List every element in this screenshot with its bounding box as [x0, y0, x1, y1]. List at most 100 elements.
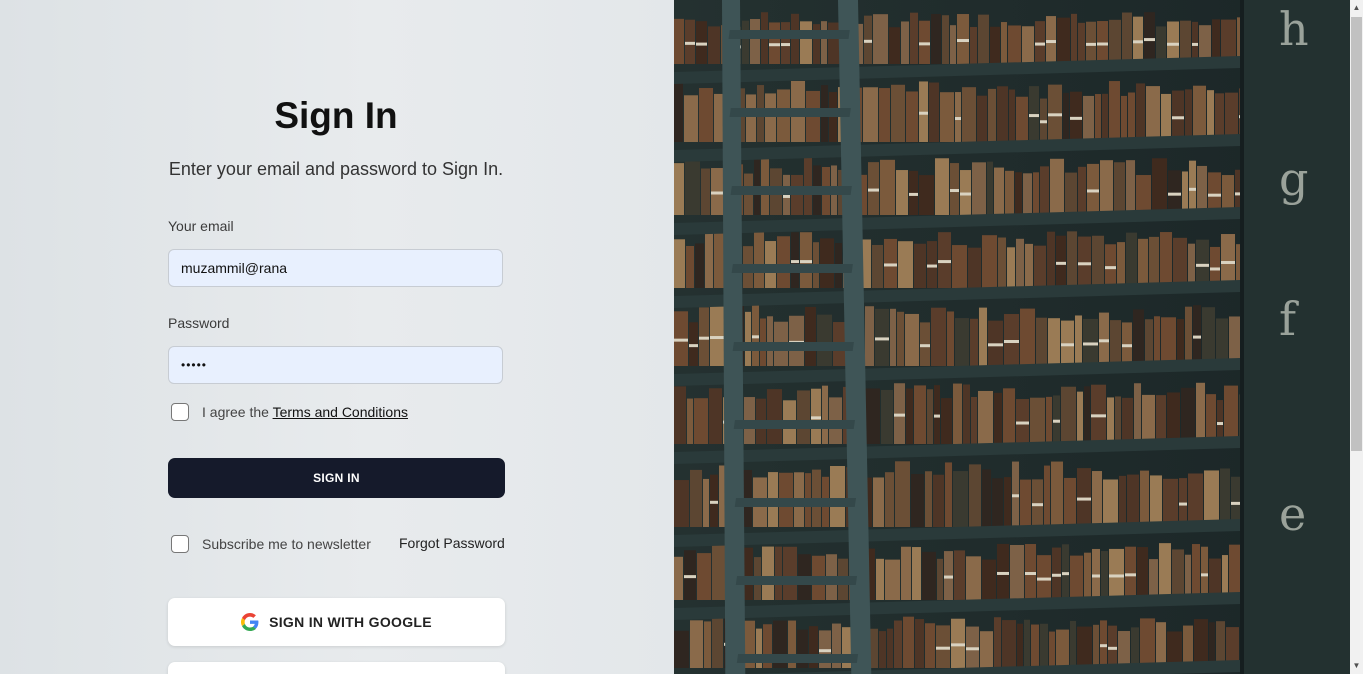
book-spine	[762, 546, 774, 600]
book-spine	[1204, 470, 1219, 527]
book-label	[934, 414, 940, 418]
book-spine	[1149, 559, 1158, 600]
book-label	[919, 42, 930, 46]
book-spine	[821, 21, 827, 64]
book-spine	[1185, 89, 1192, 142]
page-scrollbar[interactable]: ▲ ▼	[1350, 0, 1363, 674]
book-spine	[1047, 231, 1055, 288]
book-spine	[1057, 17, 1070, 64]
newsletter-checkbox[interactable]	[171, 535, 189, 553]
book-spine	[894, 620, 902, 668]
google-sign-in-button[interactable]: SIGN IN WITH GOOGLE	[168, 598, 505, 646]
book-spine	[997, 86, 1008, 142]
book-spine	[963, 384, 970, 444]
book-spine	[901, 21, 909, 64]
book-spine	[1134, 383, 1141, 444]
terms-checkbox[interactable]	[171, 403, 189, 421]
book-spine	[906, 91, 918, 142]
book-spine	[712, 618, 723, 668]
book-label	[1100, 644, 1107, 648]
book-spine	[1207, 90, 1214, 142]
ladder-rung	[733, 420, 855, 429]
book-spine	[742, 20, 749, 65]
book-spine	[705, 231, 713, 288]
book-spine	[1161, 93, 1171, 142]
book-spine	[885, 472, 894, 527]
book-label	[1061, 343, 1074, 347]
book-spine	[957, 14, 969, 64]
book-label	[1032, 503, 1043, 507]
book-spine	[1070, 555, 1083, 600]
book-spine	[674, 18, 684, 64]
book-spine	[1220, 468, 1230, 527]
book-label	[988, 343, 1003, 347]
book-spine	[906, 388, 913, 444]
book-spine	[1030, 397, 1045, 444]
book-spine	[954, 550, 965, 600]
book-spine	[879, 88, 890, 142]
book-spine	[905, 313, 919, 366]
book-spine	[674, 386, 686, 444]
forgot-password-link[interactable]: Forgot Password	[399, 535, 505, 551]
book-spine	[745, 311, 751, 366]
email-field[interactable]: muzammil@rana	[168, 249, 503, 287]
book-spine	[830, 465, 845, 527]
book-label	[1221, 261, 1235, 265]
ladder-rung	[732, 342, 854, 351]
book-spine	[1122, 397, 1133, 444]
book-label	[1091, 414, 1106, 418]
book-spine	[994, 167, 1004, 215]
book-spine	[1159, 543, 1171, 600]
book-spine	[1084, 552, 1091, 600]
book-label	[1025, 572, 1036, 576]
book-spine	[1160, 232, 1172, 288]
book-spine	[1040, 623, 1048, 668]
book-label	[1092, 574, 1100, 578]
ladder-rung	[734, 498, 857, 507]
book-spine	[703, 478, 709, 527]
book-label	[920, 344, 930, 348]
book-spine	[987, 161, 993, 215]
book-spine	[889, 27, 900, 64]
book-label	[1062, 572, 1069, 576]
book-spine	[1020, 479, 1031, 527]
scrollbar-thumb[interactable]	[1351, 17, 1362, 451]
book-label	[1167, 42, 1179, 46]
book-spine	[1048, 318, 1060, 366]
password-field[interactable]: •••••	[168, 346, 503, 384]
book-label	[1144, 38, 1155, 42]
book-spine	[914, 385, 926, 444]
newsletter-label: Subscribe me to newsletter	[202, 536, 371, 552]
book-spine	[674, 630, 689, 668]
book-spine	[1145, 319, 1153, 366]
book-spine	[1003, 388, 1015, 444]
book-spine	[1010, 544, 1024, 600]
terms-link[interactable]: Terms and Conditions	[273, 404, 408, 420]
book-label	[1133, 40, 1143, 44]
book-spine	[1077, 391, 1083, 444]
book-spine	[863, 87, 878, 142]
book-spine	[674, 163, 684, 215]
book-spine	[1092, 235, 1104, 288]
scroll-down-arrow-icon[interactable]: ▼	[1350, 658, 1363, 674]
book-spine	[1071, 13, 1077, 65]
book-spine	[977, 95, 987, 142]
secondary-sign-in-button[interactable]	[168, 662, 505, 674]
ladder-rung	[731, 264, 853, 273]
book-spine	[1192, 544, 1200, 600]
book-spine	[1083, 95, 1094, 142]
book-spine	[1056, 629, 1069, 668]
book-spine	[746, 94, 756, 142]
scroll-up-arrow-icon[interactable]: ▲	[1350, 0, 1363, 16]
book-spine	[898, 241, 913, 288]
ladder-rung	[730, 186, 852, 195]
book-spine	[978, 14, 989, 65]
book-spine	[1093, 624, 1099, 668]
book-spine	[1109, 81, 1120, 142]
book-spine	[925, 623, 935, 668]
book-spine	[1118, 631, 1130, 668]
book-label	[1125, 573, 1136, 577]
book-label	[1105, 266, 1116, 270]
book-spine	[1140, 470, 1149, 527]
sign-in-button[interactable]: SIGN IN	[168, 458, 505, 498]
